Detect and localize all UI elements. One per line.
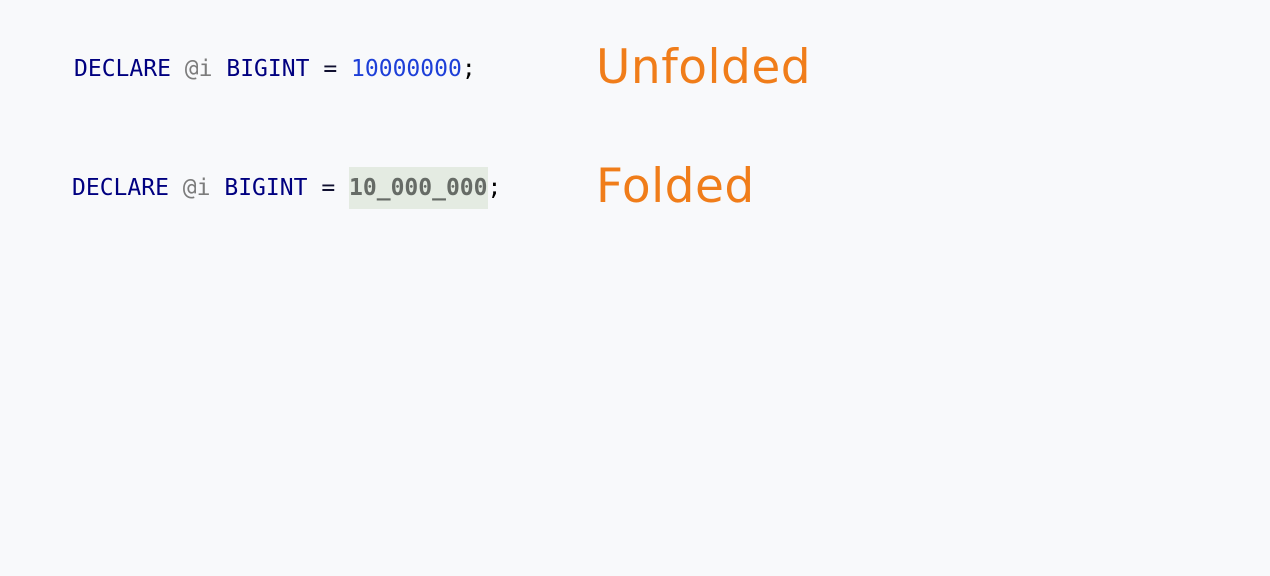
unfolded-label: Unfolded [596, 40, 812, 95]
statement-terminator: ; [461, 56, 476, 82]
variable-name: @i [182, 175, 211, 201]
type-keyword: BIGINT [224, 175, 308, 201]
code-line-folded: DECLARE @i BIGINT = 10_000_000; [72, 167, 501, 209]
declare-keyword: DECLARE [72, 175, 169, 201]
assignment-operator: = [323, 56, 338, 82]
folded-numeric-literal[interactable]: 10_000_000 [349, 167, 488, 209]
assignment-operator: = [321, 175, 336, 201]
code-line-unfolded: DECLARE @i BIGINT = 10000000; [74, 48, 476, 90]
folded-label: Folded [596, 159, 755, 214]
numeric-literal: 10000000 [351, 56, 462, 82]
type-keyword: BIGINT [226, 56, 310, 82]
declare-keyword: DECLARE [74, 56, 171, 82]
statement-terminator: ; [487, 175, 502, 201]
variable-name: @i [184, 56, 213, 82]
